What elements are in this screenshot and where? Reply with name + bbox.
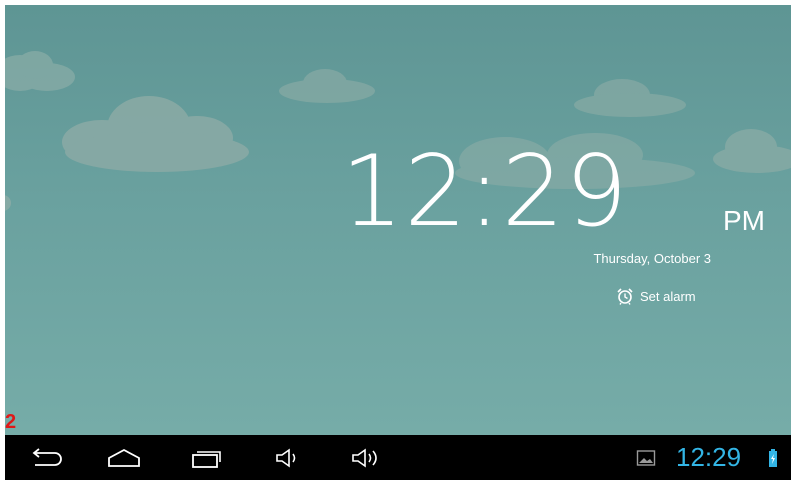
back-button[interactable]: [23, 435, 69, 480]
cloud-left-edge: [5, 195, 11, 211]
cloud-top-left: [5, 51, 75, 91]
set-alarm-button[interactable]: Set alarm: [616, 287, 696, 305]
cloud-right-edge: [713, 129, 791, 173]
battery-status: [765, 435, 781, 480]
set-alarm-label: Set alarm: [640, 288, 696, 304]
cloud-large-left: [62, 96, 249, 172]
recent-apps-button[interactable]: [183, 435, 229, 480]
volume-down-button[interactable]: [265, 435, 311, 480]
home-button[interactable]: [101, 435, 147, 480]
device-screen: 12:29 PM Thursday, October 3 Set alarm 2: [5, 5, 791, 480]
cloud-center-top: [279, 69, 375, 103]
cloud-right-top: [574, 79, 686, 117]
lockscreen-clock: 12:29: [341, 135, 629, 249]
system-nav-bar: 12:29: [5, 435, 791, 480]
recent-apps-icon: [192, 450, 221, 468]
volume-up-button[interactable]: [343, 435, 389, 480]
volume-up-icon: [352, 447, 377, 468]
lockscreen-date: Thursday, October 3: [593, 251, 711, 266]
home-icon: [108, 448, 140, 467]
lockscreen-ampm: PM: [723, 205, 765, 236]
wallpaper: 12:29 PM Thursday, October 3 Set alarm: [5, 5, 791, 435]
screenshot-notification[interactable]: [633, 435, 659, 480]
red-number-badge: 2: [5, 411, 17, 433]
alarm-clock-icon: [617, 288, 633, 305]
battery-charging-icon: [769, 448, 777, 467]
back-icon: [32, 447, 62, 466]
image-icon: [636, 449, 656, 466]
volume-down-icon: [276, 447, 296, 468]
status-bar-time: 12:29: [676, 442, 742, 472]
